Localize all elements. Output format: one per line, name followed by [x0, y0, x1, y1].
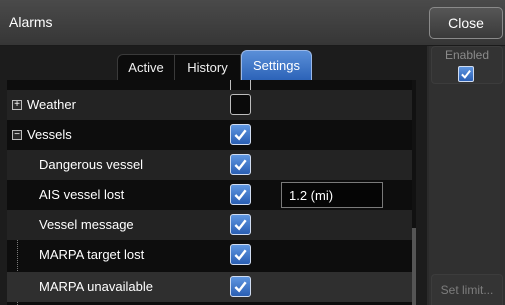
checkmark-icon: [234, 281, 247, 293]
list-item-vessels[interactable]: − Vessels: [7, 120, 412, 150]
checkmark-icon: [234, 159, 247, 171]
set-limit-button[interactable]: Set limit...: [431, 274, 503, 305]
alarm-label: Vessel message: [39, 217, 134, 232]
alarm-enable-checkbox[interactable]: [230, 184, 251, 205]
list-item-marpa-unavailable[interactable]: MARPA unavailable: [7, 272, 412, 302]
alarm-enable-checkbox[interactable]: [230, 244, 251, 265]
minus-icon[interactable]: −: [12, 130, 22, 140]
enabled-toggle[interactable]: Enabled: [431, 46, 503, 84]
alarm-label: Dangerous vessel: [39, 157, 144, 172]
checkmark-icon: [234, 189, 247, 201]
window-title: Alarms: [9, 14, 53, 30]
scrollbar-thumb[interactable]: [412, 228, 416, 305]
list-item-weather[interactable]: + Weather: [7, 90, 412, 120]
enabled-label: Enabled: [444, 48, 490, 62]
alarm-enable-checkbox[interactable]: [230, 214, 251, 235]
plus-icon[interactable]: +: [12, 100, 22, 110]
alarm-settings-list: + Weather − Vessels Dangerous vessel AIS…: [7, 80, 412, 305]
checkmark-icon: [461, 70, 471, 79]
list-item-ais-vessel-lost[interactable]: AIS vessel lost 1.2 (mi): [7, 180, 412, 210]
checkmark-icon: [234, 219, 247, 231]
tab-bar: Active History Settings: [117, 50, 312, 80]
list-item-vessel-message[interactable]: Vessel message: [7, 210, 412, 240]
alarm-label: AIS vessel lost: [39, 187, 125, 202]
alarm-enable-checkbox[interactable]: [230, 154, 251, 175]
tab-active[interactable]: Active: [117, 54, 175, 80]
tab-history[interactable]: History: [175, 54, 241, 80]
alarm-label: Weather: [27, 97, 76, 112]
alarm-enable-checkbox[interactable]: [230, 94, 251, 115]
alarm-label: MARPA target lost: [39, 247, 145, 262]
alarm-enable-checkbox[interactable]: [230, 276, 251, 297]
close-button[interactable]: Close: [429, 7, 503, 39]
list-item-marpa-target-lost[interactable]: MARPA target lost: [7, 240, 412, 270]
tab-settings[interactable]: Settings: [241, 50, 312, 80]
list-item-dangerous-vessel[interactable]: Dangerous vessel: [7, 150, 412, 180]
checkmark-icon: [234, 129, 247, 141]
alarm-limit-value[interactable]: 1.2 (mi): [281, 182, 383, 208]
alarm-label: MARPA unavailable: [39, 279, 153, 294]
alarm-enable-checkbox[interactable]: [230, 124, 251, 145]
alarm-label: Vessels: [27, 127, 72, 142]
enabled-checkbox[interactable]: [458, 66, 474, 82]
checkmark-icon: [234, 249, 247, 261]
side-panel: [429, 46, 505, 305]
